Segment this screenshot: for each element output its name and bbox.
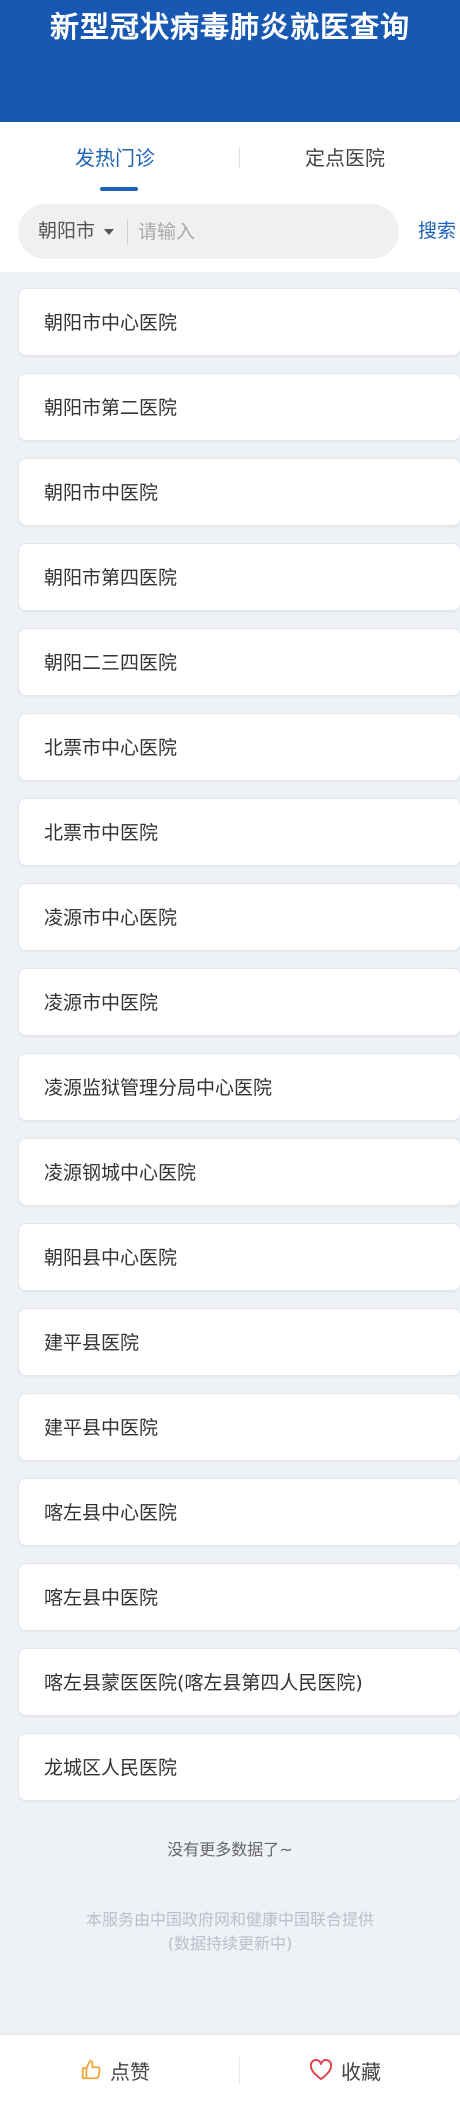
like-label: 点赞 xyxy=(110,2059,150,2084)
list-item[interactable]: 喀左县蒙医医院(喀左县第四人民医院) xyxy=(18,1648,460,1716)
hospital-name: 喀左县中心医院 xyxy=(44,1502,178,1524)
like-button[interactable]: 点赞 xyxy=(0,2035,230,2104)
hospital-name: 喀左县蒙医医院(喀左县第四人民医院) xyxy=(44,1672,363,1694)
list-item[interactable]: 建平县医院 xyxy=(18,1308,460,1376)
list-item[interactable]: 北票市中医院 xyxy=(18,798,460,866)
list-item[interactable]: 凌源市中医院 xyxy=(18,968,460,1036)
list-item[interactable]: 凌源市中心医院 xyxy=(18,883,460,951)
tab-bar: 发热门诊 定点医院 xyxy=(0,122,460,200)
page-header: 新型冠状病毒肺炎就医查询 xyxy=(0,0,460,122)
favorite-button[interactable]: 收藏 xyxy=(230,2035,460,2104)
hospital-name: 凌源钢城中心医院 xyxy=(44,1162,197,1184)
list-item[interactable]: 北票市中心医院 xyxy=(18,713,460,781)
search-bar: 朝阳市 搜索 xyxy=(0,200,460,272)
search-box: 朝阳市 xyxy=(18,204,399,259)
heart-icon xyxy=(309,2059,333,2080)
list-item[interactable]: 凌源监狱管理分局中心医院 xyxy=(18,1053,460,1121)
list-item[interactable]: 朝阳市中心医院 xyxy=(18,288,460,356)
hospital-name: 朝阳市中心医院 xyxy=(44,312,178,334)
footer-line-2: (数据持续更新中) xyxy=(167,1934,293,1953)
hospital-name: 朝阳市第四医院 xyxy=(44,567,178,589)
bottom-bar-divider xyxy=(239,2057,240,2083)
search-divider xyxy=(127,220,128,244)
active-tab-indicator xyxy=(100,187,138,191)
hospital-name: 凌源监狱管理分局中心医院 xyxy=(44,1077,273,1099)
list-item[interactable]: 朝阳二三四医院 xyxy=(18,628,460,696)
favorite-label: 收藏 xyxy=(341,2059,381,2084)
page-title: 新型冠状病毒肺炎就医查询 xyxy=(49,10,410,44)
hospital-name: 北票市中心医院 xyxy=(44,737,178,759)
hospital-name: 喀左县中医院 xyxy=(44,1587,159,1609)
list-item[interactable]: 朝阳市第二医院 xyxy=(18,373,460,441)
hospital-name: 朝阳二三四医院 xyxy=(44,652,178,674)
list-item[interactable]: 朝阳市中医院 xyxy=(18,458,460,526)
hospital-name: 建平县中医院 xyxy=(44,1417,159,1439)
tab-designated-hospitals[interactable]: 定点医院 xyxy=(230,122,460,200)
hospital-name: 朝阳市第二医院 xyxy=(44,397,178,419)
hospital-name: 朝阳市中医院 xyxy=(44,482,159,504)
hospital-name: 建平县医院 xyxy=(44,1332,140,1354)
list-item[interactable]: 喀左县中医院 xyxy=(18,1563,460,1631)
search-button[interactable]: 搜索 xyxy=(418,204,456,259)
list-item[interactable]: 喀左县中心医院 xyxy=(18,1478,460,1546)
city-selector[interactable]: 朝阳市 xyxy=(38,204,95,259)
hospital-name: 北票市中医院 xyxy=(44,822,159,844)
thumbs-up-icon xyxy=(81,2059,101,2080)
hospital-name: 朝阳县中心医院 xyxy=(44,1247,178,1269)
list-item[interactable]: 建平县中医院 xyxy=(18,1393,460,1461)
list-item[interactable]: 朝阳县中心医院 xyxy=(18,1223,460,1291)
no-more-data-text: 没有更多数据了~ xyxy=(167,1840,293,1859)
list-item[interactable]: 朝阳市第四医院 xyxy=(18,543,460,611)
list-item[interactable]: 凌源钢城中心医院 xyxy=(18,1138,460,1206)
search-input[interactable] xyxy=(138,212,378,252)
caret-down-icon[interactable] xyxy=(104,229,114,235)
bottom-bar: 点赞 收藏 xyxy=(0,2034,460,2104)
list-item[interactable]: 龙城区人民医院 xyxy=(18,1733,460,1801)
hospital-name: 凌源市中心医院 xyxy=(44,907,178,929)
hospital-name: 龙城区人民医院 xyxy=(44,1757,178,1779)
footer-note: 本服务由中国政府网和健康中国联合提供 (数据持续更新中) xyxy=(0,1908,460,1956)
footer-line-1: 本服务由中国政府网和健康中国联合提供 xyxy=(85,1910,374,1929)
tab-divider xyxy=(239,147,240,169)
hospital-name: 凌源市中医院 xyxy=(44,992,159,1014)
